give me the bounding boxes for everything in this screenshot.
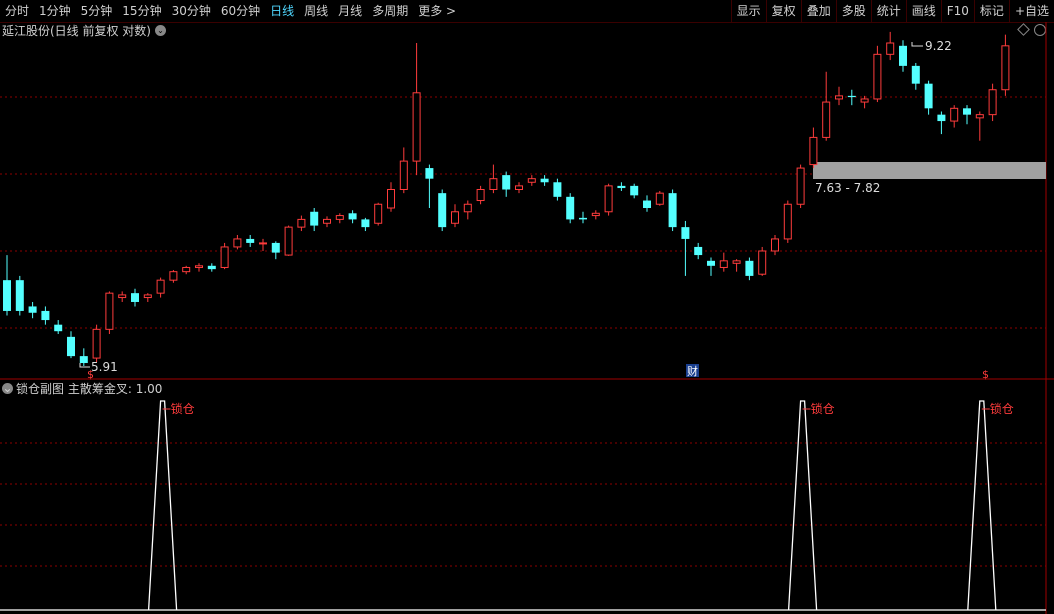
candle-body [438, 193, 447, 228]
candle-body [233, 238, 242, 248]
candle-body [745, 260, 754, 276]
signal-label: 锁仓 [811, 401, 835, 416]
candle-body [617, 185, 626, 189]
candle-body [566, 196, 575, 220]
candle-body [412, 92, 421, 162]
candle-body [387, 189, 395, 209]
candle-body [809, 136, 818, 166]
candle-body [361, 219, 370, 228]
signal-spike [787, 400, 818, 611]
candle-body [643, 200, 651, 209]
candle-body [169, 271, 178, 281]
candle-body [681, 227, 690, 239]
high-price-label: 9.22 [925, 39, 952, 53]
high-marker [911, 42, 923, 47]
sub-chart-title: 锁仓副图 [16, 381, 65, 396]
candle-body [476, 189, 485, 202]
candle-body [579, 217, 587, 220]
candle-body [131, 293, 139, 302]
candle-body [1001, 45, 1010, 91]
candle-body [975, 114, 984, 119]
candle-body [3, 280, 11, 311]
candle-body [707, 260, 715, 266]
candle-body [182, 266, 191, 273]
candle-body [630, 185, 639, 196]
candle-body [924, 83, 933, 109]
signal-spike [967, 400, 997, 611]
candle-body [963, 108, 971, 115]
candle-body [873, 53, 882, 100]
candle-body [489, 178, 498, 191]
candle-body [771, 238, 779, 252]
candle-body [540, 178, 549, 183]
candle-body [502, 175, 511, 190]
candle-body [758, 250, 767, 275]
candle-body [451, 211, 459, 224]
candle-body [822, 101, 831, 138]
candle-body [796, 167, 805, 205]
candle-body [719, 260, 728, 268]
candle-body [105, 292, 114, 330]
candle-body [860, 98, 869, 103]
s-marker: $ [982, 368, 989, 381]
candle-body [195, 265, 203, 268]
candle-body [92, 328, 101, 359]
candle-body [425, 168, 434, 179]
candle-body [694, 246, 703, 256]
candle-body [604, 185, 613, 213]
candle-body [527, 178, 536, 183]
candle-body [591, 212, 600, 217]
candle-body [732, 260, 741, 264]
signal-label: 锁仓 [990, 401, 1014, 416]
candle-body [156, 279, 165, 294]
chevron-down-icon[interactable]: ⌄ [2, 382, 13, 394]
candle-body [399, 160, 408, 191]
candle-body [655, 192, 664, 205]
candle-body [553, 182, 562, 197]
kline-chart[interactable]: 9.225.917.63 - 7.82财$ $锁仓 锁仓 锁仓 [0, 0, 1054, 614]
candle-body [297, 218, 306, 228]
candle-body [284, 226, 293, 256]
candle-body [899, 45, 907, 66]
candle-body [847, 95, 856, 98]
signal-label: 锁仓 [171, 401, 195, 416]
candle-body [28, 306, 37, 313]
candle-body [67, 336, 75, 357]
candle-body [783, 203, 792, 240]
candle-body [937, 114, 946, 122]
candle-body [988, 89, 997, 116]
candle-body [118, 294, 127, 299]
candle-body [259, 242, 267, 245]
candle-body [220, 246, 229, 268]
candle-body [374, 203, 383, 224]
candle-body [143, 294, 152, 299]
price-zone [813, 162, 1046, 179]
candle-body [463, 203, 472, 213]
candle-body [246, 238, 255, 243]
candle-body [15, 280, 24, 311]
candle-body [323, 218, 331, 224]
candle-body [41, 310, 50, 321]
candle-body [79, 356, 88, 364]
candle-body [207, 265, 216, 270]
cai-marker: 财 [687, 364, 698, 378]
candle-body [335, 215, 344, 220]
candle-body [310, 211, 319, 226]
zone-price-label: 7.63 - 7.82 [815, 181, 880, 195]
candle-body [515, 185, 523, 191]
candle-body [54, 324, 63, 332]
candle-body [886, 42, 895, 55]
low-marker [79, 363, 90, 368]
candle-body [348, 213, 357, 220]
sub-chart-indicator: 主散筹金叉: 1.00 [67, 381, 163, 396]
candle-body [950, 107, 959, 122]
candle-body [668, 193, 677, 228]
low-price-label: 5.91 [91, 360, 118, 374]
candle-body [835, 95, 843, 100]
candle-body [911, 65, 920, 84]
candle-body [271, 242, 280, 253]
signal-spike [147, 400, 178, 611]
sub-chart-title-row: ⌄ 锁仓副图 主散筹金叉: 1.00 [0, 380, 162, 396]
